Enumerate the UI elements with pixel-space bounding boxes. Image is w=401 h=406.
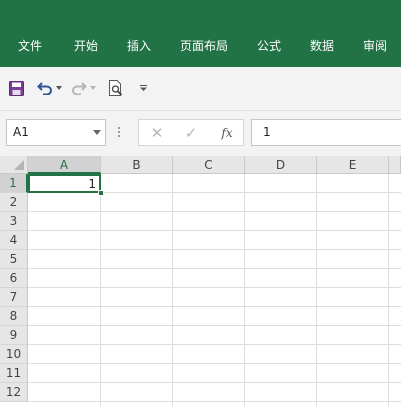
cancel-icon[interactable]: ✕: [147, 123, 167, 143]
row-header-8[interactable]: 8: [0, 307, 28, 326]
customize-toolbar-icon[interactable]: [138, 77, 148, 99]
column-header-f[interactable]: [389, 156, 401, 174]
tab-home[interactable]: 开始: [74, 38, 98, 54]
gridline: [172, 174, 173, 406]
gridline: [316, 174, 317, 406]
fill-handle[interactable]: [98, 190, 104, 196]
gridline: [28, 287, 401, 288]
column-header-c[interactable]: C: [173, 156, 245, 174]
row-header-7[interactable]: 7: [0, 288, 28, 307]
column-header-b[interactable]: B: [101, 156, 173, 174]
tab-data[interactable]: 数据: [310, 38, 334, 54]
gridline: [28, 306, 401, 307]
row-header-4[interactable]: 4: [0, 231, 28, 250]
gridline: [28, 363, 401, 364]
gridline: [244, 174, 245, 406]
formula-input-value: 1: [263, 125, 271, 139]
row-header-11[interactable]: 11: [0, 364, 28, 383]
formula-bar-row: A1 ✕ ✓ fx 1: [0, 111, 401, 156]
row-header-3[interactable]: 3: [0, 212, 28, 231]
row-header-9[interactable]: 9: [0, 326, 28, 345]
worksheet-grid: A B C D E 1 2 3 4 5 6 7 8 9 10 11 12 1: [0, 156, 401, 406]
tab-review[interactable]: 审阅: [363, 38, 387, 54]
undo-dropdown-icon[interactable]: [55, 77, 63, 99]
chevron-down-icon[interactable]: [93, 130, 101, 135]
name-box[interactable]: A1: [6, 119, 106, 146]
gridline: [388, 174, 389, 406]
row-header-12[interactable]: 12: [0, 383, 28, 402]
redo-icon[interactable]: [70, 77, 88, 99]
column-header-a[interactable]: A: [28, 156, 101, 174]
enter-icon[interactable]: ✓: [181, 123, 201, 143]
column-header-e[interactable]: E: [317, 156, 389, 174]
formula-buttons: ✕ ✓ fx: [138, 119, 244, 146]
select-all-button[interactable]: [0, 156, 28, 174]
gridline: [100, 174, 101, 406]
gridline: [28, 344, 401, 345]
gridline: [28, 401, 401, 402]
row-header-6[interactable]: 6: [0, 269, 28, 288]
row-header-2[interactable]: 2: [0, 193, 28, 212]
row-header-10[interactable]: 10: [0, 345, 28, 364]
gridline: [28, 382, 401, 383]
gridline: [28, 230, 401, 231]
column-header-d[interactable]: D: [245, 156, 317, 174]
tab-insert[interactable]: 插入: [127, 38, 151, 54]
name-box-value: A1: [13, 125, 29, 139]
save-icon[interactable]: [7, 77, 25, 99]
undo-icon[interactable]: [36, 77, 54, 99]
fx-label: fx: [221, 126, 233, 140]
gridline: [28, 268, 401, 269]
tab-formulas[interactable]: 公式: [257, 38, 281, 54]
tab-page-layout[interactable]: 页面布局: [180, 38, 228, 54]
gridline: [28, 211, 401, 212]
select-all-icon: [14, 160, 24, 170]
insert-function-button[interactable]: fx: [217, 123, 237, 143]
splitter-handle[interactable]: [117, 125, 121, 139]
row-header-5[interactable]: 5: [0, 250, 28, 269]
formula-input[interactable]: 1: [251, 119, 401, 146]
print-preview-icon[interactable]: [106, 77, 126, 99]
cell-a1-value: 1: [88, 177, 96, 191]
gridline: [28, 249, 401, 250]
redo-dropdown-icon[interactable]: [89, 77, 97, 99]
cell-a1[interactable]: 1: [28, 174, 101, 193]
quick-access-toolbar: [0, 67, 401, 111]
gridline: [28, 325, 401, 326]
tab-file[interactable]: 文件: [18, 38, 42, 54]
ribbon-bar: 文件 开始 插入 页面布局 公式 数据 审阅: [0, 0, 401, 67]
row-header-1[interactable]: 1: [0, 174, 28, 193]
